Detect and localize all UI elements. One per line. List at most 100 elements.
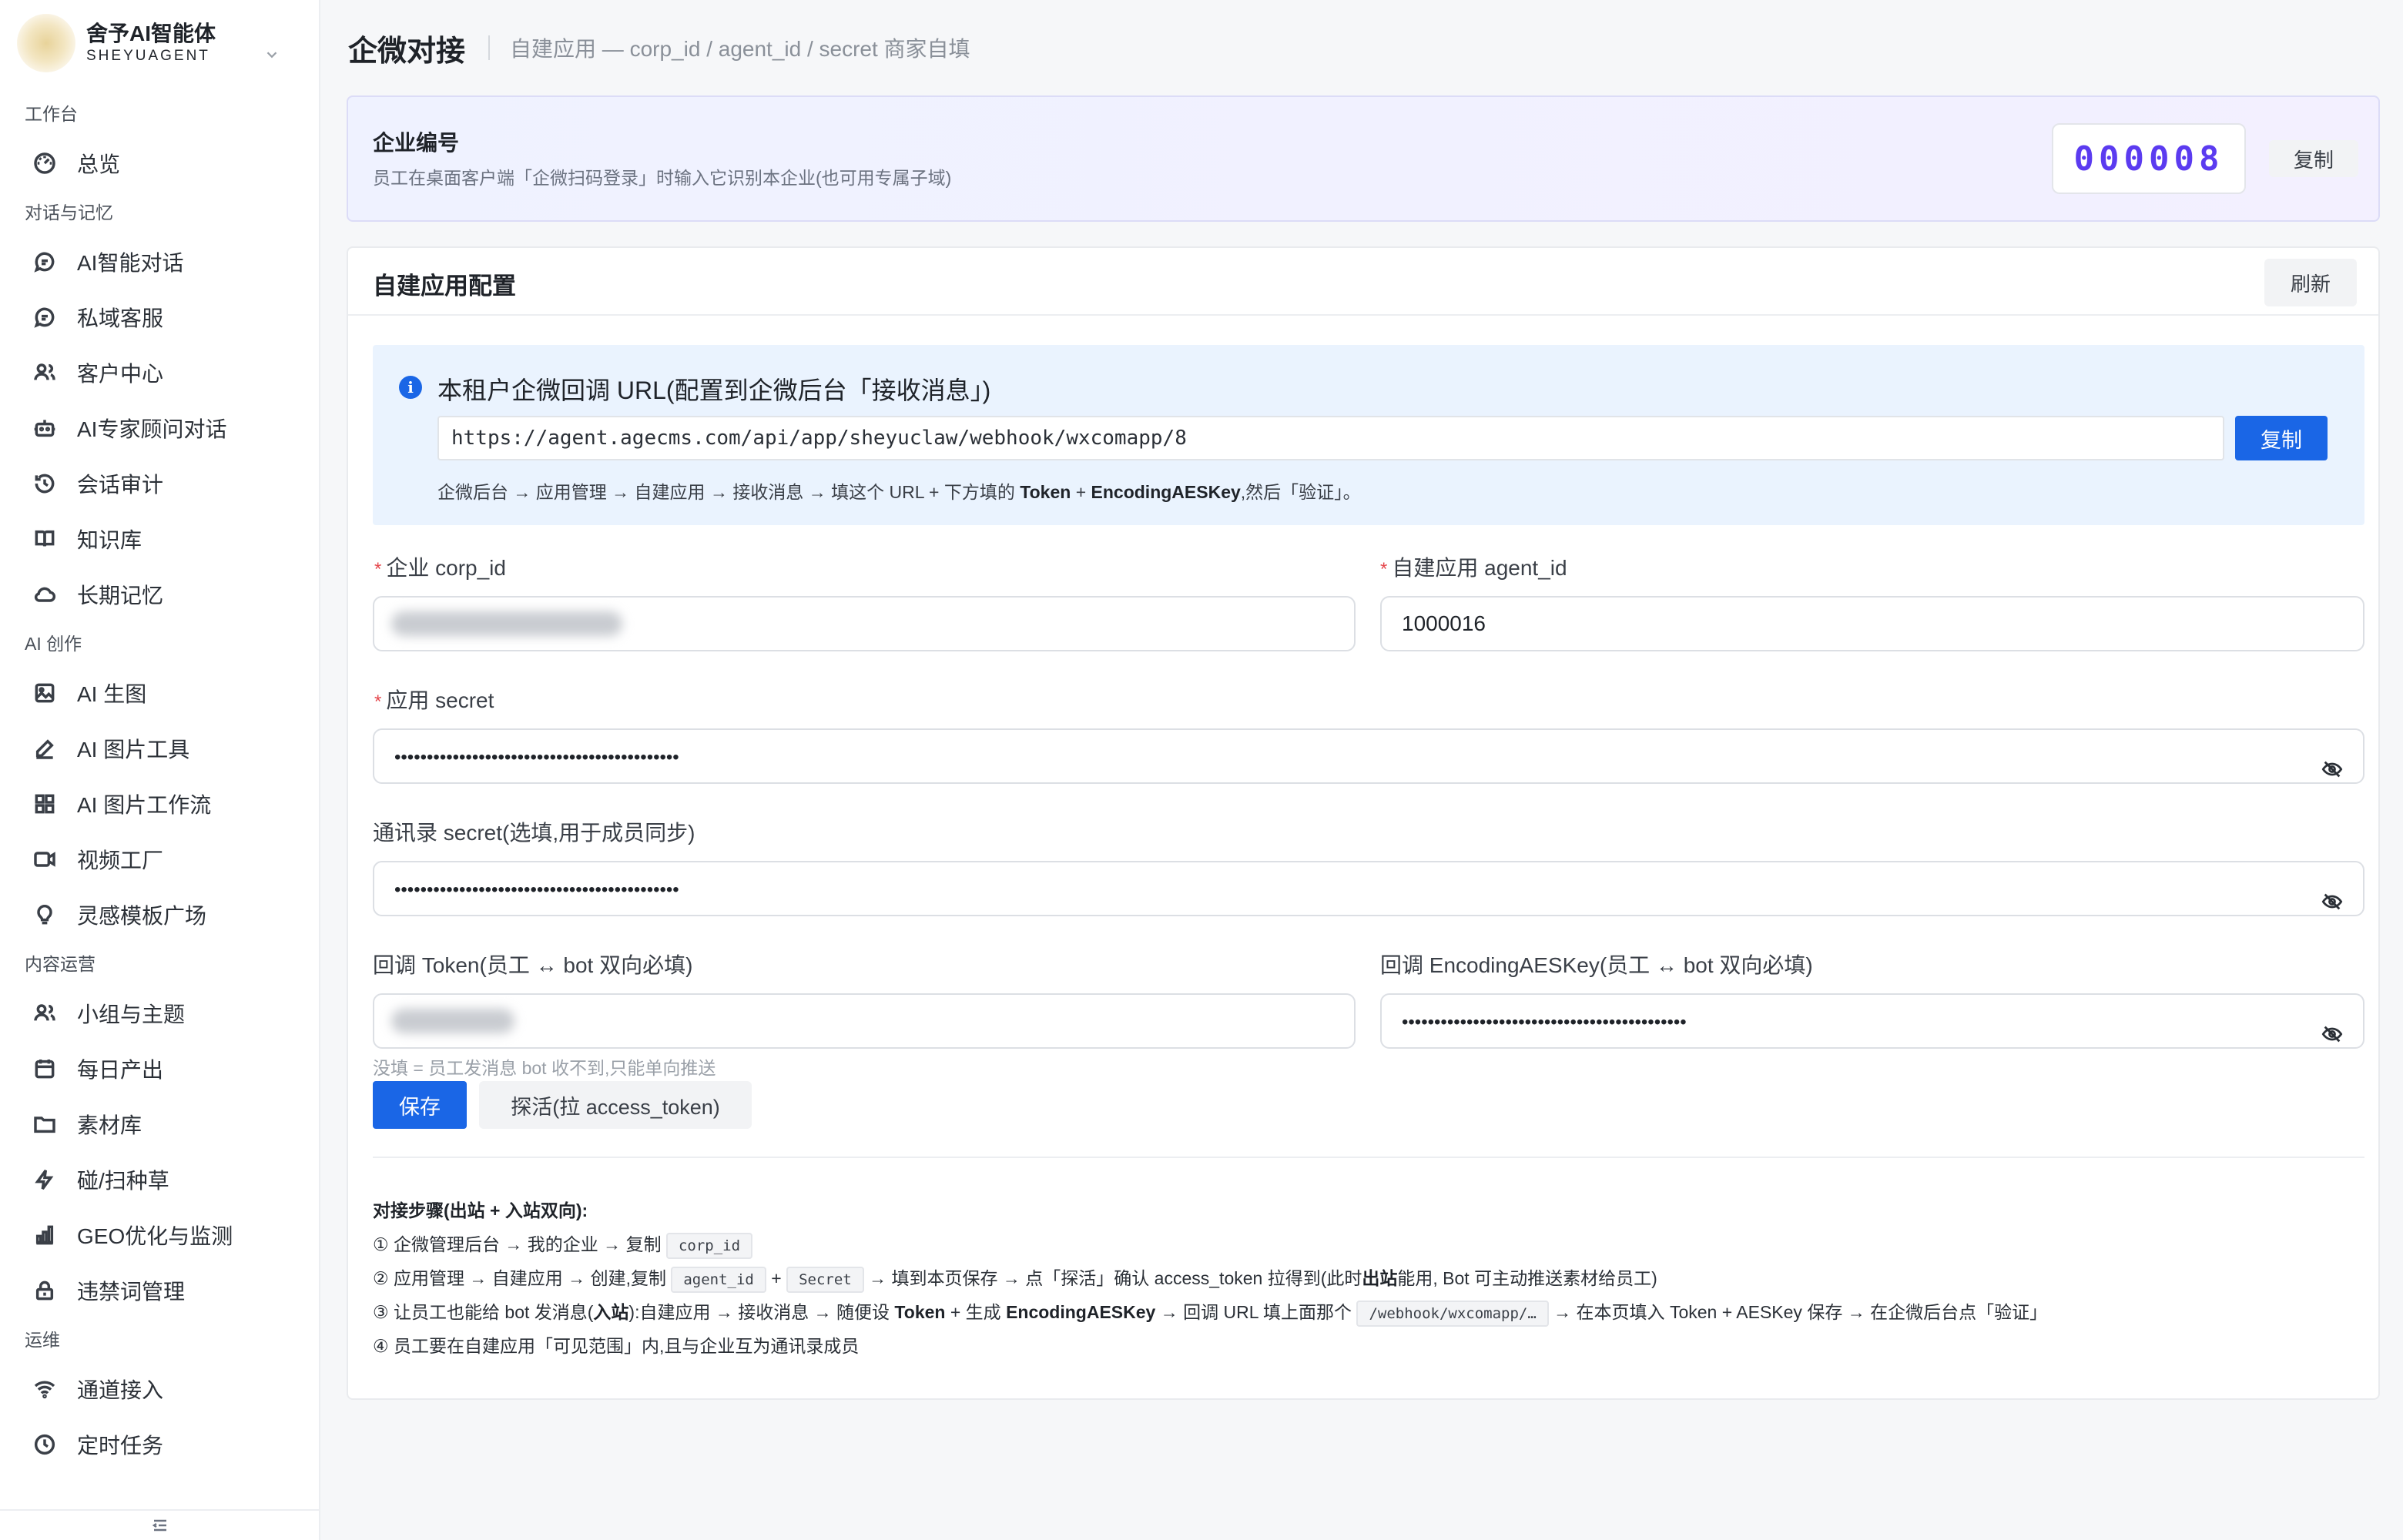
masked-value: ••••••••••••••••••••••••••••••••••••••••… bbox=[394, 747, 679, 768]
step-emphasis: Token bbox=[894, 1302, 946, 1322]
masked-value: ••••••••••••••••••••••••••••••••••••••••… bbox=[394, 879, 679, 900]
sidebar-item-label: 会话审计 bbox=[77, 473, 164, 497]
nav-section-title: 运维 bbox=[25, 1330, 60, 1350]
hint-token: Token bbox=[1020, 482, 1071, 502]
copy-callback-url-button[interactable]: 复制 bbox=[2235, 416, 2328, 460]
callback-url-alert: i 本租户企微回调 URL(配置到企微后台「接收消息」) https://age… bbox=[373, 345, 2364, 525]
sidebar-item-long-memory[interactable]: 长期记忆 bbox=[0, 567, 320, 622]
code-snippet: Secret bbox=[786, 1266, 864, 1293]
sidebar-item-ai-image-tools[interactable]: AI 图片工具 bbox=[0, 721, 320, 776]
corp-id-input[interactable] bbox=[373, 596, 1356, 651]
sidebar-item-label: AI 图片工作流 bbox=[77, 793, 212, 817]
bulb-icon bbox=[31, 901, 59, 929]
eye-off-icon[interactable] bbox=[2321, 747, 2343, 778]
required-mark: * bbox=[374, 691, 382, 712]
callback-url-title: 本租户企微回调 URL(配置到企微后台「接收消息」) bbox=[437, 377, 991, 404]
blurred-value bbox=[391, 611, 622, 636]
token-input[interactable] bbox=[373, 993, 1356, 1049]
agent-id-label: * 自建应用 agent_id bbox=[1380, 551, 1567, 582]
sidebar-item-template-plaza[interactable]: 灵感模板广场 bbox=[0, 887, 320, 942]
sidebar-item-overview[interactable]: 总览 bbox=[0, 136, 320, 191]
collapse-sidebar-button[interactable] bbox=[0, 1509, 320, 1540]
sidebar-item-label: AI智能对话 bbox=[77, 251, 184, 275]
step-4: ④ 员工要在自建应用「可见范围」内,且与企业互为通讯录成员 bbox=[373, 1336, 860, 1356]
sidebar-item-banned-words[interactable]: 违禁词管理 bbox=[0, 1263, 320, 1318]
step-text: → 填到本页保存 → 点「探活」确认 access_token 拉得到(此时 bbox=[869, 1268, 1362, 1288]
refresh-button[interactable]: 刷新 bbox=[2264, 259, 2357, 306]
save-button[interactable]: 保存 bbox=[373, 1081, 467, 1129]
sidebar-item-expert-chat[interactable]: AI专家顾问对话 bbox=[0, 400, 320, 456]
sidebar-item-label: 客户中心 bbox=[77, 362, 164, 386]
callback-url-hint: 企微后台 → 应用管理 → 自建应用 → 接收消息 → 填这个 URL + 下方… bbox=[437, 477, 1361, 504]
aes-key-input[interactable]: ••••••••••••••••••••••••••••••••••••••••… bbox=[1380, 993, 2364, 1049]
label-text: 应用 secret bbox=[386, 688, 494, 712]
sidebar-item-video-factory[interactable]: 视频工厂 bbox=[0, 832, 320, 887]
contacts-secret-input[interactable]: ••••••••••••••••••••••••••••••••••••••••… bbox=[373, 861, 2364, 916]
sidebar-item-session-audit[interactable]: 会话审计 bbox=[0, 456, 320, 511]
app-config-card: 自建应用配置 刷新 i 本租户企微回调 URL(配置到企微后台「接收消息」) h… bbox=[347, 246, 2380, 1400]
sidebar-item-ai-chat[interactable]: AI智能对话 bbox=[0, 234, 320, 290]
eye-off-icon[interactable] bbox=[2321, 879, 2343, 910]
cloud-icon bbox=[31, 581, 59, 608]
company-code: 000008 bbox=[2052, 123, 2246, 194]
dashboard-icon bbox=[31, 149, 59, 177]
blurred-value bbox=[391, 1009, 514, 1033]
code-snippet: agent_id bbox=[671, 1266, 766, 1293]
sidebar-item-channels[interactable]: 通道接入 bbox=[0, 1361, 320, 1417]
sidebar-item-label: 通道接入 bbox=[77, 1378, 164, 1402]
secret-label: * 应用 secret bbox=[374, 684, 494, 715]
step-2: ② 应用管理 → 自建应用 → 创建,复制 agent_id + Secret … bbox=[373, 1261, 2047, 1295]
step-text: + bbox=[771, 1268, 782, 1288]
chevron-down-icon[interactable] bbox=[263, 46, 280, 68]
secret-input[interactable]: ••••••••••••••••••••••••••••••••••••••••… bbox=[373, 728, 2364, 784]
company-id-description: 员工在桌面客户端「企微扫码登录」时输入它识别本企业(也可用专属子域) bbox=[373, 168, 952, 188]
eye-off-icon[interactable] bbox=[2321, 1012, 2343, 1043]
sidebar: 舍予AI智能体 SHEYUAGENT 工作台 总览 对话与记忆 AI智能对话 私… bbox=[0, 0, 320, 1540]
clock-icon bbox=[31, 1431, 59, 1458]
card-header: 自建应用配置 刷新 bbox=[348, 248, 2378, 316]
breadcrumb: 自建应用 — corp_id / agent_id / secret 商家自填 bbox=[510, 37, 970, 61]
code-snippet: corp_id bbox=[665, 1232, 753, 1259]
sidebar-item-customers[interactable]: 客户中心 bbox=[0, 345, 320, 400]
history-icon bbox=[31, 470, 59, 497]
sidebar-item-label: AI 生图 bbox=[77, 682, 147, 706]
token-label: 回调 Token(员工 ↔ bot 双向必填) bbox=[373, 953, 693, 977]
corp-id-label: * 企业 corp_id bbox=[374, 551, 506, 582]
brand-logo bbox=[17, 14, 75, 72]
contacts-secret-label: 通讯录 secret(选填,用于成员同步) bbox=[373, 821, 695, 845]
copy-company-code-button[interactable]: 复制 bbox=[2269, 140, 2358, 177]
lock-icon bbox=[31, 1277, 59, 1304]
page-title: 企微对接 bbox=[348, 35, 466, 68]
step-text: ③ 让员工也能给 bot 发消息( bbox=[373, 1302, 594, 1322]
sidebar-item-private-service[interactable]: 私域客服 bbox=[0, 290, 320, 345]
probe-access-token-button[interactable]: 探活(拉 access_token) bbox=[479, 1081, 752, 1129]
sidebar-item-label: 视频工厂 bbox=[77, 849, 164, 872]
sidebar-item-ai-image-workflow[interactable]: AI 图片工作流 bbox=[0, 776, 320, 832]
hint-text: 企微后台 → 应用管理 → 自建应用 → 接收消息 → 填这个 URL + 下方… bbox=[437, 482, 1021, 502]
sidebar-item-seeding[interactable]: 碰/扫种草 bbox=[0, 1152, 320, 1207]
agent-id-input[interactable]: 1000016 bbox=[1380, 596, 2364, 651]
brand-name: 舍予AI智能体 bbox=[86, 22, 216, 45]
menu-fold-icon bbox=[152, 1519, 166, 1532]
sidebar-item-label: 灵感模板广场 bbox=[77, 904, 207, 928]
page-header: 企微对接 自建应用 — corp_id / agent_id / secret … bbox=[348, 23, 970, 72]
brand-switcher[interactable]: 舍予AI智能体 SHEYUAGENT bbox=[15, 14, 305, 72]
callback-url-field[interactable]: https://agent.agecms.com/api/app/sheyucl… bbox=[437, 416, 2224, 460]
token-hint: 没填 = 员工发消息 bot 收不到,只能单向推送 bbox=[373, 1058, 716, 1078]
sidebar-item-ai-image[interactable]: AI 生图 bbox=[0, 665, 320, 721]
chat-icon bbox=[31, 248, 59, 276]
hint-text: ,然后「验证」。 bbox=[1240, 482, 1361, 502]
sidebar-item-daily-output[interactable]: 每日产出 bbox=[0, 1041, 320, 1096]
sidebar-item-groups-topics[interactable]: 小组与主题 bbox=[0, 986, 320, 1041]
sidebar-item-materials[interactable]: 素材库 bbox=[0, 1096, 320, 1152]
label-text: 企业 corp_id bbox=[386, 556, 506, 580]
step-3: ③ 让员工也能给 bot 发消息(入站):自建应用 → 接收消息 → 随便设 T… bbox=[373, 1295, 2047, 1329]
bolt-icon bbox=[31, 1166, 59, 1194]
sidebar-item-label: 素材库 bbox=[77, 1113, 142, 1137]
book-icon bbox=[31, 525, 59, 553]
sidebar-item-label: 私域客服 bbox=[77, 306, 164, 330]
sidebar-item-geo[interactable]: GEO优化与监测 bbox=[0, 1207, 320, 1263]
hint-text: + bbox=[1071, 482, 1091, 502]
sidebar-item-knowledge-base[interactable]: 知识库 bbox=[0, 511, 320, 567]
sidebar-item-scheduled-tasks[interactable]: 定时任务 bbox=[0, 1417, 320, 1472]
